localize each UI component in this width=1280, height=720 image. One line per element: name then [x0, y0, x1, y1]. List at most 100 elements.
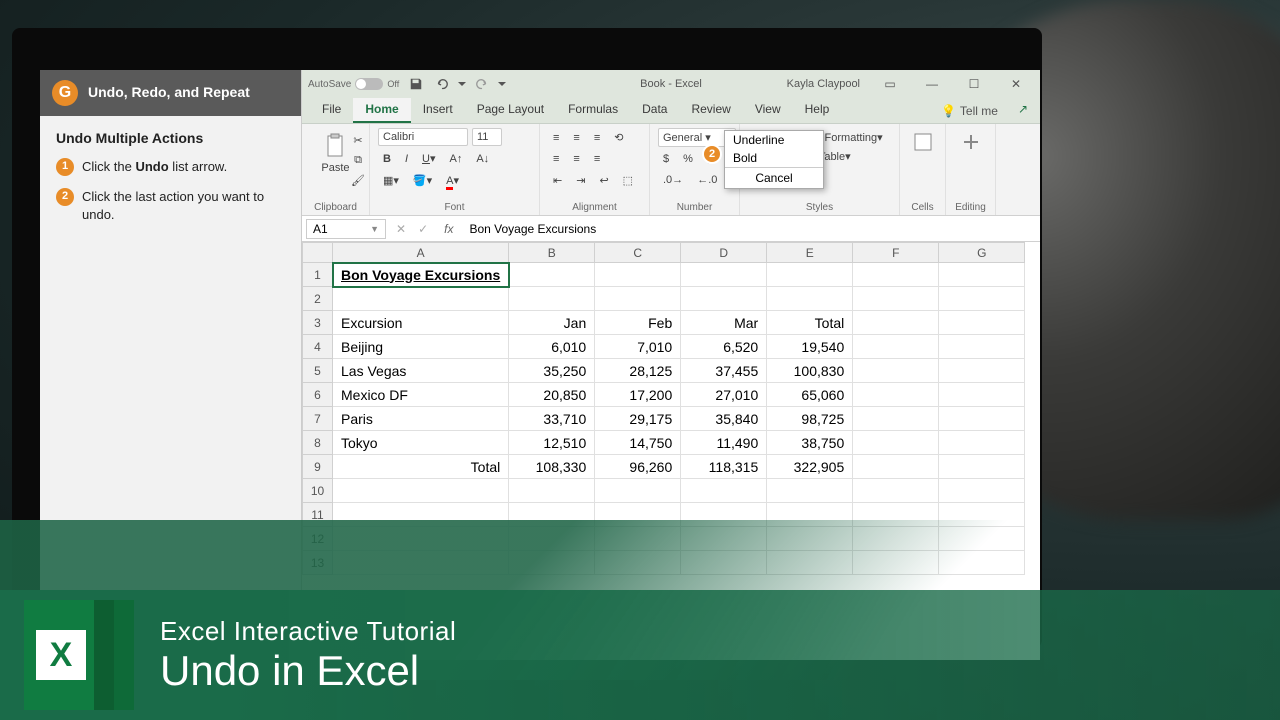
cell[interactable] — [595, 479, 681, 503]
borders-button[interactable]: ▦▾ — [378, 171, 404, 190]
fx-icon[interactable]: fx — [434, 222, 463, 236]
cell[interactable] — [853, 551, 939, 575]
worksheet-grid[interactable]: ABCDEFG1Bon Voyage Excursions23Excursion… — [302, 242, 1040, 660]
cells-button[interactable] — [908, 128, 937, 156]
cell[interactable] — [509, 551, 595, 575]
cell[interactable]: 29,175 — [595, 407, 681, 431]
share-button[interactable]: ↗ — [1006, 98, 1040, 123]
cell[interactable] — [939, 335, 1025, 359]
cell[interactable]: 12,510 — [509, 431, 595, 455]
column-header[interactable]: F — [853, 243, 939, 263]
cell[interactable]: 27,010 — [681, 383, 767, 407]
format-painter-icon[interactable]: 🖌 — [350, 172, 366, 188]
cell[interactable]: 33,710 — [509, 407, 595, 431]
cell[interactable] — [333, 527, 509, 551]
decrease-decimal-icon[interactable]: ←.0 — [692, 171, 722, 189]
cell[interactable] — [939, 407, 1025, 431]
cut-icon[interactable]: ✂ — [350, 132, 366, 148]
cell[interactable] — [681, 527, 767, 551]
undo-cancel[interactable]: Cancel — [725, 167, 823, 188]
tell-me-search[interactable]: 💡 Tell me — [941, 98, 1006, 123]
row-header[interactable]: 8 — [303, 431, 333, 455]
merge-icon[interactable]: ⬚ — [618, 171, 638, 190]
cancel-formula-icon[interactable]: ✕ — [390, 222, 412, 236]
close-button[interactable]: ✕ — [998, 72, 1034, 96]
ribbon-tab-home[interactable]: Home — [353, 98, 410, 123]
cell[interactable] — [333, 503, 509, 527]
ribbon-tab-data[interactable]: Data — [630, 98, 679, 123]
cell[interactable]: 7,010 — [595, 335, 681, 359]
cell[interactable] — [767, 479, 853, 503]
user-name[interactable]: Kayla Claypool — [787, 78, 860, 90]
undo-history-item[interactable]: Bold — [725, 149, 823, 167]
cell[interactable]: Total — [333, 455, 509, 479]
cell[interactable]: Tokyo — [333, 431, 509, 455]
cell[interactable]: 35,840 — [681, 407, 767, 431]
column-header[interactable]: G — [939, 243, 1025, 263]
cell[interactable] — [333, 287, 509, 311]
cell[interactable] — [509, 263, 595, 287]
cell-a1[interactable]: Bon Voyage Excursions — [333, 263, 509, 287]
align-center-icon[interactable]: ≡ — [568, 150, 584, 168]
cell[interactable]: 38,750 — [767, 431, 853, 455]
cell[interactable] — [853, 407, 939, 431]
cell[interactable] — [767, 527, 853, 551]
row-header[interactable]: 4 — [303, 335, 333, 359]
cell[interactable] — [939, 431, 1025, 455]
align-bottom-icon[interactable]: ≡ — [589, 129, 605, 147]
save-button[interactable] — [405, 73, 427, 95]
ribbon-tab-insert[interactable]: Insert — [411, 98, 465, 123]
ribbon-tab-review[interactable]: Review — [679, 98, 742, 123]
undo-dropdown-arrow[interactable] — [457, 73, 467, 95]
cell[interactable] — [333, 479, 509, 503]
cell[interactable] — [853, 527, 939, 551]
cell[interactable] — [853, 335, 939, 359]
cell[interactable]: Jan — [509, 311, 595, 335]
cell[interactable] — [681, 479, 767, 503]
cell[interactable] — [939, 455, 1025, 479]
column-header[interactable]: A — [333, 243, 509, 263]
align-right-icon[interactable]: ≡ — [589, 150, 605, 168]
undo-button[interactable] — [431, 73, 453, 95]
cell[interactable] — [853, 383, 939, 407]
font-size-dropdown[interactable]: 11 — [472, 128, 502, 146]
orientation-icon[interactable]: ⟲ — [609, 128, 628, 147]
cell[interactable]: 28,125 — [595, 359, 681, 383]
cell[interactable] — [509, 503, 595, 527]
row-header[interactable]: 7 — [303, 407, 333, 431]
cell[interactable]: 118,315 — [681, 455, 767, 479]
undo-history-item[interactable]: Underline — [725, 131, 823, 149]
font-name-dropdown[interactable]: Calibri — [378, 128, 468, 146]
cell[interactable]: 96,260 — [595, 455, 681, 479]
cell[interactable] — [509, 479, 595, 503]
cell[interactable]: 322,905 — [767, 455, 853, 479]
cell[interactable]: 14,750 — [595, 431, 681, 455]
row-header[interactable]: 1 — [303, 263, 333, 287]
cell[interactable] — [939, 383, 1025, 407]
align-middle-icon[interactable]: ≡ — [568, 129, 584, 147]
row-header[interactable]: 5 — [303, 359, 333, 383]
cell[interactable] — [595, 503, 681, 527]
column-header[interactable]: C — [595, 243, 681, 263]
ribbon-tab-page-layout[interactable]: Page Layout — [465, 98, 556, 123]
fill-color-button[interactable]: 🪣▾ — [408, 171, 437, 190]
cell[interactable] — [681, 287, 767, 311]
cell[interactable]: 108,330 — [509, 455, 595, 479]
decrease-font-icon[interactable]: A↓ — [471, 150, 494, 168]
underline-button[interactable]: U▾ — [417, 149, 440, 168]
cell[interactable] — [595, 263, 681, 287]
cell[interactable] — [853, 359, 939, 383]
cell[interactable] — [681, 263, 767, 287]
cell[interactable] — [939, 263, 1025, 287]
cell[interactable] — [767, 551, 853, 575]
row-header[interactable]: 12 — [303, 527, 333, 551]
increase-decimal-icon[interactable]: .0→ — [658, 171, 688, 189]
cell[interactable]: Excursion — [333, 311, 509, 335]
chevron-down-icon[interactable]: ▼ — [370, 224, 379, 234]
cell[interactable] — [939, 287, 1025, 311]
cell[interactable] — [681, 503, 767, 527]
toggle-switch[interactable] — [355, 78, 383, 90]
align-top-icon[interactable]: ≡ — [548, 129, 564, 147]
row-header[interactable]: 6 — [303, 383, 333, 407]
cell[interactable]: 19,540 — [767, 335, 853, 359]
